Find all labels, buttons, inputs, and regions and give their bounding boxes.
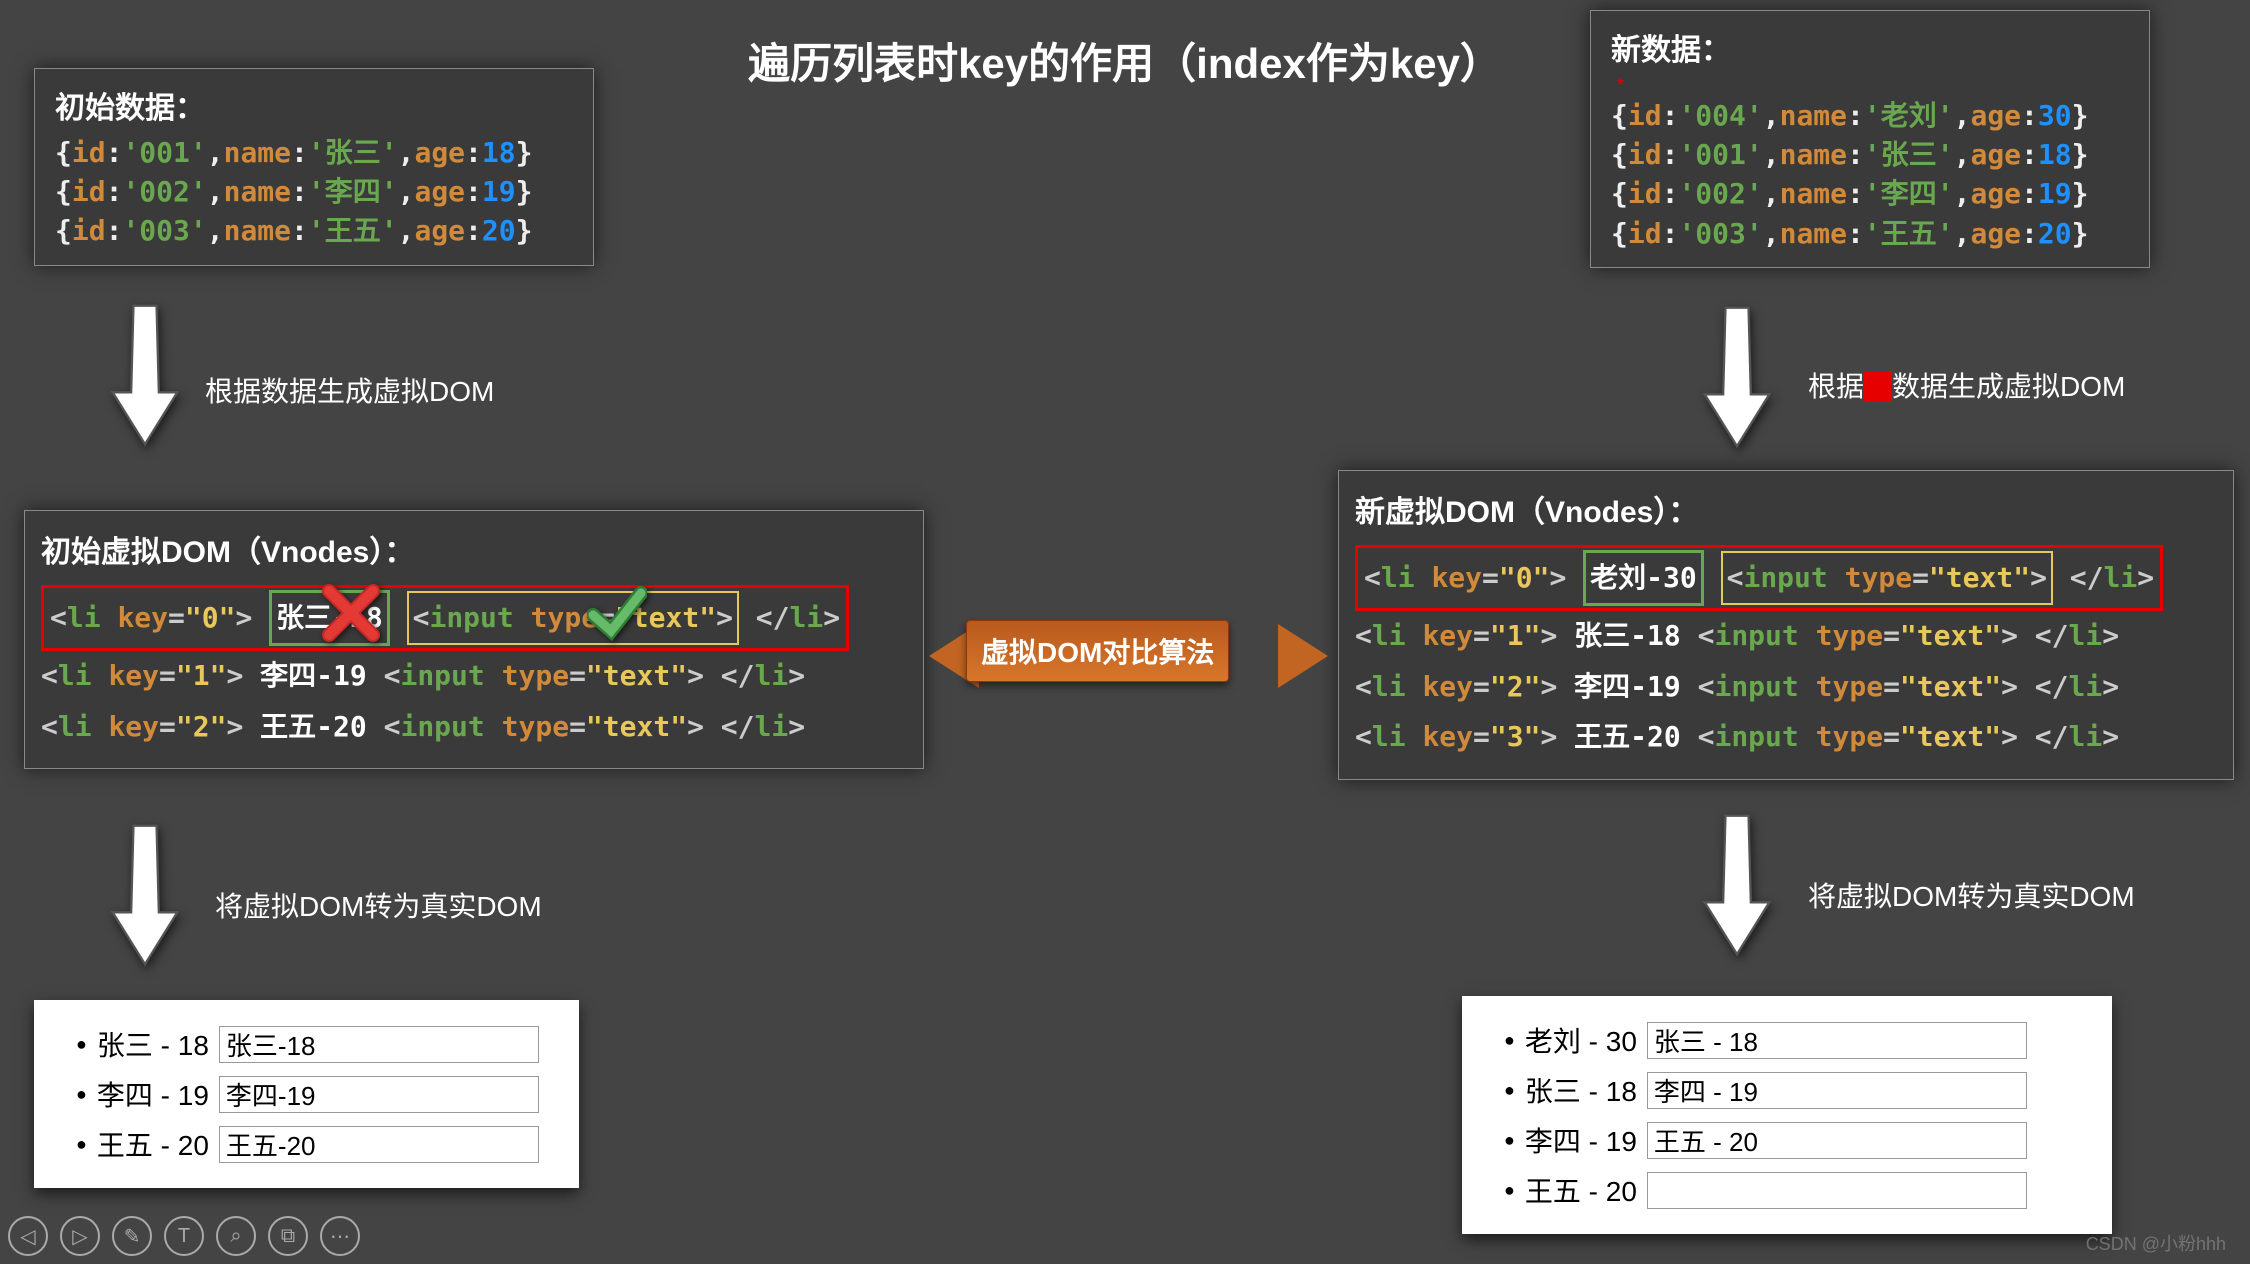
- back-button[interactable]: ◁: [8, 1216, 48, 1256]
- vnode-row: <li key="1"> 李四-19 <input type="text"> <…: [41, 651, 907, 701]
- watermark: CSDN @小粉hhh: [2086, 1230, 2226, 1256]
- edit-button[interactable]: ✎: [112, 1216, 152, 1256]
- list-item-label: 李四 - 19: [1525, 1120, 1637, 1160]
- gen-vdom-label-left: 根据数据生成虚拟DOM: [205, 370, 494, 410]
- list-item-input[interactable]: [1647, 1122, 2027, 1159]
- convert-real-dom-label-left: 将虚拟DOM转为真实DOM: [215, 885, 542, 925]
- down-arrow-icon: [1702, 302, 1772, 452]
- new-data-header: 新数据：: [1611, 25, 2129, 69]
- data-row: {id:'003',name:'王五',age:20}: [55, 211, 573, 250]
- convert-real-dom-label-right: 将虚拟DOM转为真实DOM: [1808, 875, 2135, 915]
- layers-button[interactable]: ⧉: [268, 1216, 308, 1256]
- new-vnodes-header: 新虚拟DOM（Vnodes）：: [1355, 487, 2217, 531]
- list-item: 王五 - 20: [1504, 1170, 2092, 1210]
- more-button[interactable]: ⋯: [320, 1216, 360, 1256]
- list-item-label: 老刘 - 30: [1525, 1020, 1637, 1060]
- data-row: {id:'004',name:'老刘',age:30}: [1611, 96, 2129, 135]
- data-row: {id:'001',name:'张三',age:18}: [1611, 135, 2129, 174]
- right-arrowhead-icon: [1278, 624, 1328, 688]
- list-item-label: 李四 - 19: [97, 1074, 209, 1114]
- list-item: 老刘 - 30: [1504, 1020, 2092, 1060]
- real-dom-list-right: 老刘 - 30 张三 - 18 李四 - 19 王五 - 20: [1462, 996, 2112, 1234]
- zoom-button[interactable]: ⌕: [216, 1216, 256, 1256]
- initial-data-header: 初始数据：: [55, 83, 573, 127]
- real-dom-list-left: 张三 - 18 李四 - 19 王五 - 20: [34, 1000, 579, 1188]
- bottom-toolbar: ◁ ▷ ✎ T ⌕ ⧉ ⋯: [8, 1216, 360, 1256]
- text-button[interactable]: T: [164, 1216, 204, 1256]
- play-button[interactable]: ▷: [60, 1216, 100, 1256]
- list-item-input[interactable]: [219, 1026, 539, 1063]
- vnode-row: <li key="0"> 张三-18 <input type="text"> <…: [41, 585, 907, 651]
- list-item: 张三 - 18: [76, 1024, 559, 1064]
- list-item-label: 王五 - 20: [1525, 1170, 1637, 1210]
- data-row: {id:'001',name:'张三',age:18}: [55, 133, 573, 172]
- vnode-row: <li key="0"> 老刘-30 <input type="text"> <…: [1355, 545, 2217, 611]
- down-arrow-icon: [110, 300, 180, 450]
- list-item-input[interactable]: [1647, 1072, 2027, 1109]
- list-item: 王五 - 20: [76, 1124, 559, 1164]
- data-row: {id:'002',name:'李四',age:19}: [55, 172, 573, 211]
- list-item-label: 张三 - 18: [1525, 1070, 1637, 1110]
- down-arrow-icon: [110, 820, 180, 970]
- list-item-input[interactable]: [1647, 1022, 2027, 1059]
- gen-vdom-label-right: 根据新数据生成虚拟DOM: [1808, 365, 2125, 405]
- asterisk: *: [1617, 75, 2129, 96]
- vnode-row: <li key="2"> 王五-20 <input type="text"> <…: [41, 702, 907, 752]
- data-row: {id:'003',name:'王五',age:20}: [1611, 214, 2129, 253]
- down-arrow-icon: [1702, 810, 1772, 960]
- vnode-row: <li key="3"> 王五-20 <input type="text"> <…: [1355, 712, 2217, 762]
- initial-vnodes-header: 初始虚拟DOM（Vnodes）：: [41, 527, 907, 571]
- list-item: 李四 - 19: [76, 1074, 559, 1114]
- list-item-label: 张三 - 18: [97, 1024, 209, 1064]
- vnode-row: <li key="2"> 李四-19 <input type="text"> <…: [1355, 662, 2217, 712]
- data-row: {id:'002',name:'李四',age:19}: [1611, 174, 2129, 213]
- new-vnodes-box: 新虚拟DOM（Vnodes）： <li key="0"> 老刘-30 <inpu…: [1338, 470, 2234, 780]
- check-mark-icon: [587, 583, 647, 643]
- list-item: 张三 - 18: [1504, 1070, 2092, 1110]
- list-item-input[interactable]: [219, 1076, 539, 1113]
- new-data-box: 新数据： * {id:'004',name:'老刘',age:30} {id:'…: [1590, 10, 2150, 268]
- list-item-input[interactable]: [1647, 1172, 2027, 1209]
- list-item: 李四 - 19: [1504, 1120, 2092, 1160]
- initial-data-box: 初始数据： {id:'001',name:'张三',age:18} {id:'0…: [34, 68, 594, 266]
- page-title: 遍历列表时key的作用（index作为key）: [748, 30, 1502, 91]
- x-mark-icon: [321, 583, 381, 643]
- vnode-row: <li key="1"> 张三-18 <input type="text"> <…: [1355, 611, 2217, 661]
- initial-vnodes-box: 初始虚拟DOM（Vnodes）： <li key="0"> 张三-18 <inp…: [24, 510, 924, 769]
- list-item-label: 王五 - 20: [97, 1124, 209, 1164]
- list-item-input[interactable]: [219, 1126, 539, 1163]
- diff-algorithm-label: 虚拟DOM对比算法: [966, 620, 1229, 682]
